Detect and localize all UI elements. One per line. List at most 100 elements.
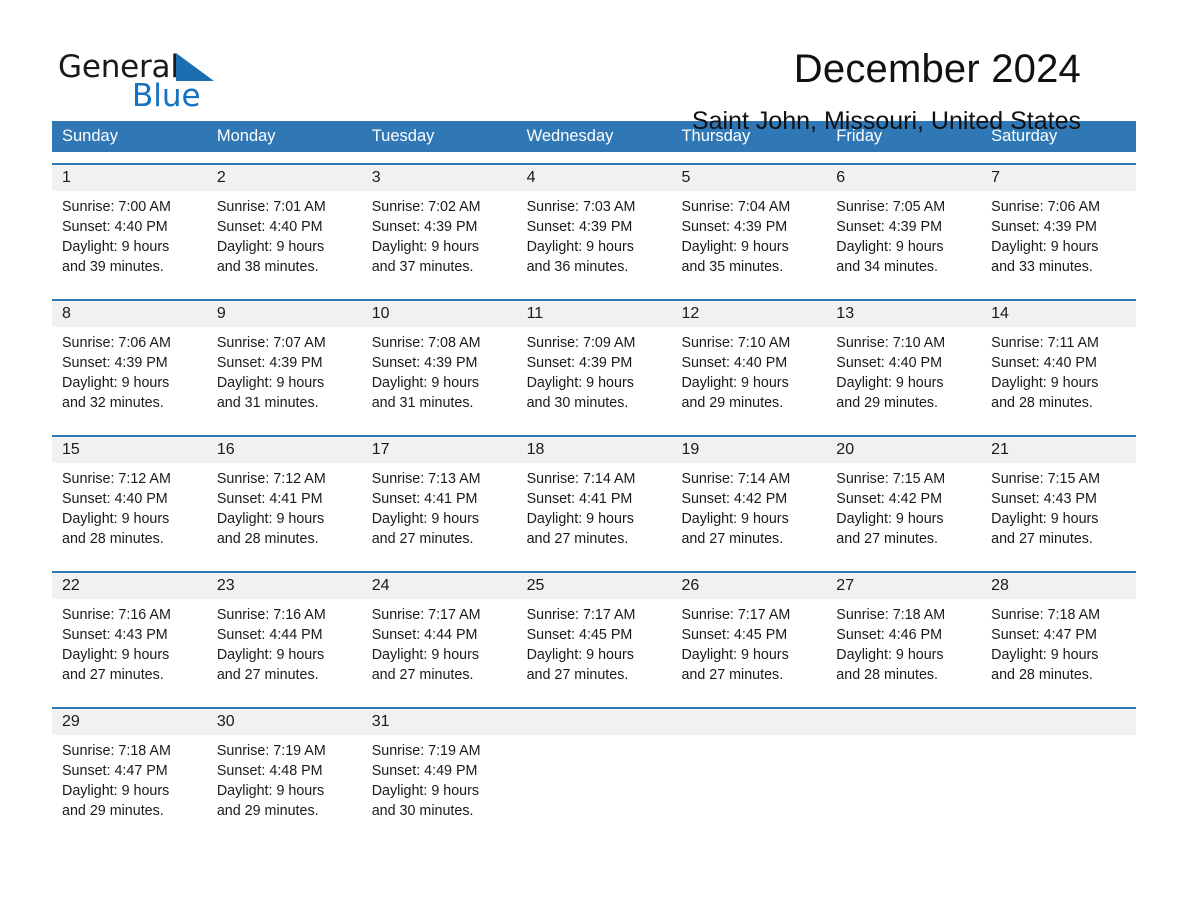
day-number: 22 — [62, 577, 80, 594]
daylight-text-line1: Daylight: 9 hours — [526, 511, 634, 527]
daylight-text-line2: and 34 minutes. — [836, 259, 939, 275]
day-number: 18 — [526, 441, 545, 458]
day-details: Sunrise: 7:11 AM Sunset: 4:40 PM Dayligh… — [991, 333, 1128, 413]
day-cell[interactable]: 10 Sunrise: 7:08 AM Sunset: 4:39 PM Dayl… — [362, 301, 517, 424]
sunrise-text: Sunrise: 7:14 AM — [526, 471, 636, 487]
day-details: Sunrise: 7:19 AM Sunset: 4:48 PM Dayligh… — [217, 741, 354, 821]
day-cell[interactable]: 23 Sunrise: 7:16 AM Sunset: 4:44 PM Dayl… — [207, 573, 362, 696]
day-cell[interactable]: 6 Sunrise: 7:05 AM Sunset: 4:39 PM Dayli… — [826, 165, 981, 288]
day-cell[interactable]: 12 Sunrise: 7:10 AM Sunset: 4:40 PM Dayl… — [671, 301, 826, 424]
day-details: Sunrise: 7:06 AM Sunset: 4:39 PM Dayligh… — [991, 197, 1128, 277]
day-details: Sunrise: 7:04 AM Sunset: 4:39 PM Dayligh… — [681, 197, 818, 277]
day-number: 3 — [371, 169, 381, 186]
daylight-text-line1: Daylight: 9 hours — [991, 239, 1099, 255]
day-details: Sunrise: 7:07 AM Sunset: 4:39 PM Dayligh… — [217, 333, 354, 413]
week-row: 29 Sunrise: 7:18 AM Sunset: 4:47 PM Dayl… — [52, 707, 1136, 832]
day-cell[interactable]: 19 Sunrise: 7:14 AM Sunset: 4:42 PM Dayl… — [671, 437, 826, 560]
day-cell[interactable]: 17 Sunrise: 7:13 AM Sunset: 4:41 PM Dayl… — [362, 437, 517, 560]
week-row: 15 Sunrise: 7:12 AM Sunset: 4:40 PM Dayl… — [52, 435, 1136, 560]
sunset-text: Sunset: 4:42 PM — [836, 491, 942, 507]
day-cell-empty — [981, 709, 1136, 832]
sunset-text: Sunset: 4:47 PM — [991, 627, 1097, 643]
sunrise-text: Sunrise: 7:06 AM — [62, 335, 171, 351]
day-cell[interactable]: 27 Sunrise: 7:18 AM Sunset: 4:46 PM Dayl… — [826, 573, 981, 696]
day-cell[interactable]: 30 Sunrise: 7:19 AM Sunset: 4:48 PM Dayl… — [207, 709, 362, 832]
sunset-text: Sunset: 4:40 PM — [62, 491, 168, 507]
generalblue-logo[interactable]: General Blue — [58, 50, 298, 120]
day-cell[interactable]: 18 Sunrise: 7:14 AM Sunset: 4:41 PM Dayl… — [517, 437, 672, 560]
day-cell[interactable]: 9 Sunrise: 7:07 AM Sunset: 4:39 PM Dayli… — [207, 301, 362, 424]
sunrise-text: Sunrise: 7:17 AM — [526, 607, 636, 623]
day-cell[interactable]: 1 Sunrise: 7:00 AM Sunset: 4:40 PM Dayli… — [52, 165, 207, 288]
daylight-text-line2: and 28 minutes. — [836, 667, 939, 683]
day-cell[interactable]: 24 Sunrise: 7:17 AM Sunset: 4:44 PM Dayl… — [362, 573, 517, 696]
daylight-text-line1: Daylight: 9 hours — [62, 647, 170, 663]
sunrise-text: Sunrise: 7:07 AM — [216, 335, 326, 351]
sunrise-text: Sunrise: 7:03 AM — [526, 199, 636, 215]
daylight-text-line1: Daylight: 9 hours — [836, 647, 944, 663]
day-details: Sunrise: 7:13 AM Sunset: 4:41 PM Dayligh… — [372, 469, 509, 549]
day-number: 13 — [836, 305, 855, 322]
day-cell[interactable]: 29 Sunrise: 7:18 AM Sunset: 4:47 PM Dayl… — [52, 709, 207, 832]
sunrise-text: Sunrise: 7:13 AM — [371, 471, 481, 487]
day-details: Sunrise: 7:17 AM Sunset: 4:45 PM Dayligh… — [527, 605, 664, 685]
day-number: 30 — [216, 713, 235, 730]
daylight-text-line1: Daylight: 9 hours — [371, 375, 480, 391]
page-header: General Blue December 2024 Saint John, M… — [0, 0, 1188, 135]
daylight-text-line1: Daylight: 9 hours — [62, 783, 170, 799]
day-cell[interactable]: 13 Sunrise: 7:10 AM Sunset: 4:40 PM Dayl… — [826, 301, 981, 424]
sunrise-text: Sunrise: 7:16 AM — [216, 607, 326, 623]
daylight-text-line2: and 27 minutes. — [526, 531, 629, 547]
sunrise-text: Sunrise: 7:19 AM — [371, 743, 481, 759]
day-cell[interactable]: 20 Sunrise: 7:15 AM Sunset: 4:42 PM Dayl… — [826, 437, 981, 560]
day-number: 8 — [62, 305, 71, 322]
day-number: 2 — [216, 169, 226, 186]
sunrise-text: Sunrise: 7:15 AM — [991, 471, 1101, 487]
day-details: Sunrise: 7:15 AM Sunset: 4:42 PM Dayligh… — [836, 469, 973, 549]
sunset-text: Sunset: 4:39 PM — [526, 355, 633, 371]
sunset-text: Sunset: 4:46 PM — [836, 627, 942, 643]
day-cell[interactable]: 14 Sunrise: 7:11 AM Sunset: 4:40 PM Dayl… — [981, 301, 1136, 424]
day-details: Sunrise: 7:01 AM Sunset: 4:40 PM Dayligh… — [217, 197, 354, 277]
day-cell[interactable]: 8 Sunrise: 7:06 AM Sunset: 4:39 PM Dayli… — [52, 301, 207, 424]
day-cell[interactable]: 11 Sunrise: 7:09 AM Sunset: 4:39 PM Dayl… — [517, 301, 672, 424]
calendar-page: General Blue December 2024 Saint John, M… — [0, 0, 1188, 918]
day-cell[interactable]: 21 Sunrise: 7:15 AM Sunset: 4:43 PM Dayl… — [981, 437, 1136, 560]
day-cell[interactable]: 16 Sunrise: 7:12 AM Sunset: 4:41 PM Dayl… — [207, 437, 362, 560]
daylight-text-line1: Daylight: 9 hours — [216, 375, 325, 391]
day-cell[interactable]: 4 Sunrise: 7:03 AM Sunset: 4:39 PM Dayli… — [517, 165, 672, 288]
day-cell[interactable]: 28 Sunrise: 7:18 AM Sunset: 4:47 PM Dayl… — [981, 573, 1136, 696]
day-cell[interactable]: 26 Sunrise: 7:17 AM Sunset: 4:45 PM Dayl… — [671, 573, 826, 696]
day-number: 4 — [526, 169, 536, 186]
day-details: Sunrise: 7:12 AM Sunset: 4:40 PM Dayligh… — [62, 469, 199, 549]
day-cell[interactable]: 5 Sunrise: 7:04 AM Sunset: 4:39 PM Dayli… — [671, 165, 826, 288]
daylight-text-line2: and 29 minutes. — [62, 803, 164, 819]
day-cell[interactable]: 22 Sunrise: 7:16 AM Sunset: 4:43 PM Dayl… — [52, 573, 207, 696]
day-details: Sunrise: 7:16 AM Sunset: 4:44 PM Dayligh… — [217, 605, 354, 685]
sunset-text: Sunset: 4:39 PM — [371, 355, 478, 371]
day-cell[interactable]: 15 Sunrise: 7:12 AM Sunset: 4:40 PM Dayl… — [52, 437, 207, 560]
day-cell[interactable]: 2 Sunrise: 7:01 AM Sunset: 4:40 PM Dayli… — [207, 165, 362, 288]
day-cell[interactable]: 7 Sunrise: 7:06 AM Sunset: 4:39 PM Dayli… — [981, 165, 1136, 288]
day-details: Sunrise: 7:15 AM Sunset: 4:43 PM Dayligh… — [991, 469, 1128, 549]
sunset-text: Sunset: 4:41 PM — [526, 491, 633, 507]
daylight-text-line1: Daylight: 9 hours — [526, 647, 634, 663]
day-number: 6 — [836, 169, 846, 186]
daylight-text-line1: Daylight: 9 hours — [526, 239, 634, 255]
day-number: 23 — [216, 577, 235, 594]
day-number: 9 — [216, 305, 226, 322]
daylight-text-line1: Daylight: 9 hours — [991, 375, 1099, 391]
daylight-text-line1: Daylight: 9 hours — [681, 647, 789, 663]
day-cell[interactable]: 25 Sunrise: 7:17 AM Sunset: 4:45 PM Dayl… — [517, 573, 672, 696]
day-details: Sunrise: 7:18 AM Sunset: 4:46 PM Dayligh… — [836, 605, 973, 685]
daylight-text-line2: and 27 minutes. — [526, 667, 629, 683]
daylight-text-line1: Daylight: 9 hours — [216, 239, 325, 255]
logo-text-blue: Blue — [132, 78, 201, 114]
sunset-text: Sunset: 4:39 PM — [62, 355, 168, 371]
daylight-text-line2: and 29 minutes. — [681, 395, 784, 411]
day-cell[interactable]: 31 Sunrise: 7:19 AM Sunset: 4:49 PM Dayl… — [362, 709, 517, 832]
sunrise-text: Sunrise: 7:01 AM — [216, 199, 326, 215]
day-cell[interactable]: 3 Sunrise: 7:02 AM Sunset: 4:39 PM Dayli… — [362, 165, 517, 288]
daylight-text-line1: Daylight: 9 hours — [836, 375, 944, 391]
week-row: 22 Sunrise: 7:16 AM Sunset: 4:43 PM Dayl… — [52, 571, 1136, 696]
